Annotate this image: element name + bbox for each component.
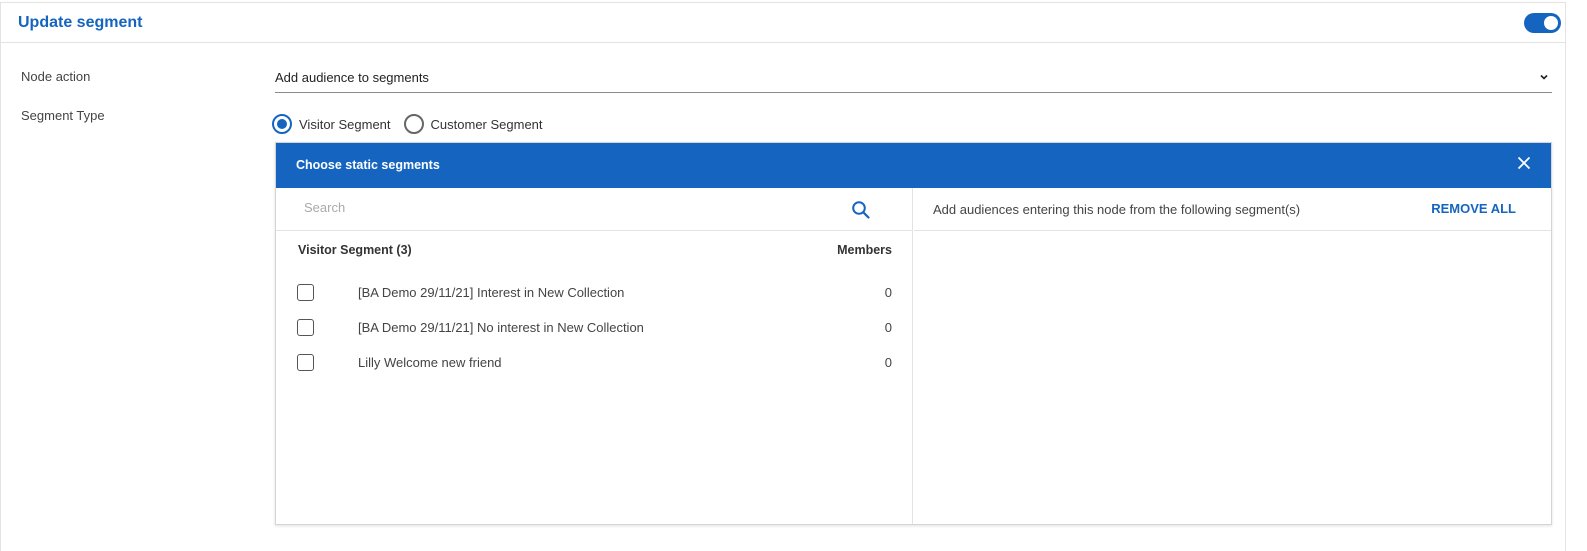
node-action-select[interactable]: Add audience to segments [275,64,1552,93]
selected-segments-header: Add audiences entering this node from th… [914,188,1551,231]
list-item: Lilly Welcome new friend 0 [276,348,912,376]
selected-segments-description: Add audiences entering this node from th… [933,202,1301,217]
available-segments-pane: Visitor Segment (3) Members [BA Demo 29/… [276,188,913,524]
segment-name: [BA Demo 29/11/21] Interest in New Colle… [358,285,625,300]
segment-type-radio-group: Visitor Segment Customer Segment [272,114,556,134]
radio-circle [272,114,292,134]
radio-label: Customer Segment [430,116,543,132]
node-action-value: Add audience to segments [275,70,429,85]
segment-checkbox[interactable] [297,354,314,371]
close-icon[interactable] [1517,156,1531,170]
segment-list-heading: Visitor Segment (3) [298,243,412,257]
toggle-knob [1544,16,1558,30]
radio-customer-segment[interactable]: Customer Segment [403,114,543,134]
panel-title: Choose static segments [296,158,440,172]
remove-all-button[interactable]: REMOVE ALL [1431,201,1516,216]
segment-checkbox[interactable] [297,319,314,336]
radio-visitor-segment[interactable]: Visitor Segment [272,114,391,134]
search-icon[interactable] [851,200,871,220]
segment-checkbox[interactable] [297,284,314,301]
radio-circle [403,114,424,134]
segment-name: [BA Demo 29/11/21] No interest in New Co… [358,320,644,335]
chevron-down-icon [1540,74,1548,80]
list-item: [BA Demo 29/11/21] Interest in New Colle… [276,278,912,306]
page-title: Update segment [18,14,143,31]
node-action-label: Node action [21,69,91,84]
segment-members: 0 [884,355,892,370]
segment-type-label: Segment Type [21,108,105,123]
search-bar [276,188,912,231]
segment-name: Lilly Welcome new friend [358,355,502,370]
panel-header: Choose static segments [276,143,1551,188]
segment-members: 0 [884,320,892,335]
list-item: [BA Demo 29/11/21] No interest in New Co… [276,313,912,341]
radio-label: Visitor Segment [299,116,391,132]
card-header: Update segment [1,3,1565,43]
static-segments-panel: Choose static segments Visitor Segment (… [275,142,1552,525]
members-column-heading: Members [837,243,892,257]
search-input[interactable] [304,200,824,215]
enable-toggle[interactable] [1524,13,1561,33]
segment-members: 0 [884,285,892,300]
